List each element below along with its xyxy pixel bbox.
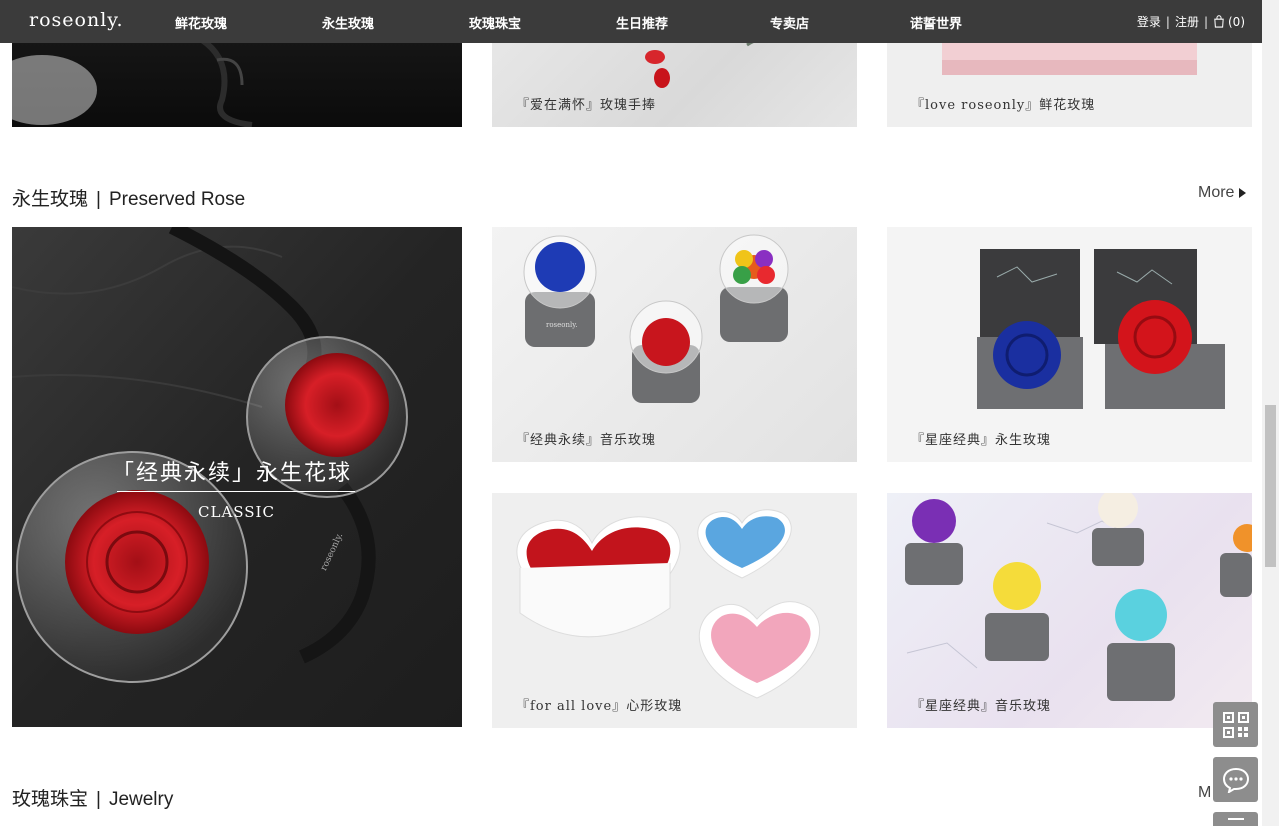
more-label: More	[1198, 184, 1235, 201]
menu-button[interactable]	[1213, 812, 1258, 826]
chat-button[interactable]	[1213, 757, 1258, 802]
shopping-bag-icon	[1214, 15, 1224, 28]
chat-bubble-icon	[1222, 767, 1249, 793]
product-image	[905, 493, 1252, 701]
section-title-en: Jewelry	[108, 789, 174, 810]
brand-logo[interactable]: roseonly.	[29, 9, 124, 31]
divider: |	[96, 789, 101, 810]
more-link-jewelry[interactable]: M	[1198, 784, 1211, 802]
feature-headline: 「经典永续」永生花球	[112, 461, 353, 486]
top-navigation-bar: roseonly. 鲜花玫瑰 永生玫瑰 玫瑰珠宝 生日推荐 专卖店 诺誓世界 登…	[0, 0, 1262, 43]
qr-code-icon	[1222, 711, 1249, 738]
cart-count: (0)	[1228, 14, 1245, 29]
tile-caption: 『love roseonly』鲜花玫瑰	[911, 98, 1096, 113]
cart-button[interactable]: (0)	[1213, 15, 1245, 29]
nav-item-birthday[interactable]: 生日推荐	[616, 13, 668, 32]
section-title-preserved-rose: 永生玫瑰 | Preserved Rose	[12, 184, 245, 211]
tile-caption: 『for all love』心形玫瑰	[516, 699, 683, 714]
tile-caption: 『星座经典』音乐玫瑰	[911, 699, 1052, 714]
product-tile-constellation-rose[interactable]: 『星座经典』永生玫瑰	[887, 227, 1252, 462]
tile-caption: 『爱在满怀』玫瑰手捧	[516, 98, 657, 113]
tile-caption: 『星座经典』永生玫瑰	[911, 433, 1052, 448]
product-image	[977, 249, 1225, 409]
section-title-jewelry: 玫瑰珠宝 | Jewelry	[12, 784, 173, 811]
nav-item-fresh-roses[interactable]: 鲜花玫瑰	[175, 13, 227, 32]
nav-item-jewelry[interactable]: 玫瑰珠宝	[469, 13, 521, 32]
nav-item-world[interactable]: 诺誓世界	[910, 13, 962, 32]
product-tile-constellation-music[interactable]: 『星座经典』音乐玫瑰	[887, 493, 1252, 728]
nav-item-preserved-roses[interactable]: 永生玫瑰	[322, 13, 374, 32]
triangle-right-icon	[1239, 187, 1247, 198]
feature-subline: CLASSIC	[198, 503, 275, 521]
menu-icon	[1227, 818, 1244, 820]
divider: |	[96, 189, 101, 210]
feature-tile-classic[interactable]: 「经典永续」永生花球 CLASSIC roseonly.	[12, 227, 462, 727]
product-image	[516, 509, 820, 699]
section-title-cn: 玫瑰珠宝	[12, 789, 89, 810]
register-link[interactable]: 注册	[1175, 13, 1199, 30]
separator: |	[1165, 14, 1170, 29]
feature-underline	[117, 491, 355, 492]
product-brand-text: roseonly.	[546, 321, 578, 329]
account-links: 登录 | 注册 | (0)	[1137, 13, 1245, 30]
product-image	[523, 234, 789, 403]
more-link-preserved[interactable]: More	[1198, 184, 1247, 202]
scrollbar-thumb[interactable]	[1265, 405, 1276, 567]
section-title-cn: 永生玫瑰	[12, 189, 89, 210]
tile-caption: 『经典永续』音乐玫瑰	[516, 433, 657, 448]
product-tile-heart-rose[interactable]: 『for all love』心形玫瑰	[492, 493, 857, 728]
qr-code-button[interactable]	[1213, 702, 1258, 747]
page-scrollbar[interactable]	[1262, 0, 1279, 826]
separator: |	[1203, 14, 1208, 29]
login-link[interactable]: 登录	[1137, 13, 1161, 30]
nav-item-stores[interactable]: 专卖店	[770, 13, 809, 32]
product-tile-music-rose[interactable]: roseonly. 『经典永续』音乐玫瑰	[492, 227, 857, 462]
section-title-en: Preserved Rose	[108, 189, 246, 210]
